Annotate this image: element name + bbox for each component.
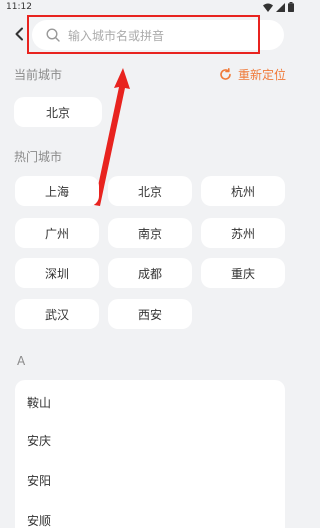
current-city-chip[interactable]: 北京 xyxy=(14,97,102,127)
status-icons xyxy=(263,2,294,12)
search-highlight-box xyxy=(27,15,260,54)
relocate-label: 重新定位 xyxy=(237,67,286,82)
hot-city-chip[interactable]: 苏州 xyxy=(201,218,285,248)
hot-city-chip[interactable]: 杭州 xyxy=(201,176,285,206)
list-item[interactable]: 鞍山 xyxy=(27,394,51,411)
wifi-icon xyxy=(263,3,273,12)
top-bar: 输入城市名或拼音 xyxy=(0,14,300,54)
back-arrow-icon xyxy=(15,27,23,41)
city-list: 鞍山 安庆 安阳 安顺 xyxy=(15,380,285,528)
hot-city-chip[interactable]: 上海 xyxy=(15,176,99,206)
hot-city-chip[interactable]: 西安 xyxy=(108,299,192,329)
hot-city-chip[interactable]: 重庆 xyxy=(201,258,285,288)
hot-cities-label: 热门城市 xyxy=(14,150,63,164)
list-item[interactable]: 安阳 xyxy=(27,472,51,489)
hot-city-chip[interactable]: 南京 xyxy=(108,218,192,248)
list-item[interactable]: 安顺 xyxy=(27,512,51,528)
current-city-label: 当前城市 xyxy=(14,68,63,82)
relocate-button[interactable]: 重新定位 xyxy=(219,66,286,82)
index-letter-a: A xyxy=(17,354,26,368)
hot-city-chip[interactable]: 广州 xyxy=(15,218,99,248)
hot-city-chip[interactable]: 北京 xyxy=(108,176,192,206)
status-time: 11:12 xyxy=(6,2,32,12)
hot-city-chip[interactable]: 武汉 xyxy=(15,299,99,329)
back-button[interactable] xyxy=(10,24,28,44)
hot-city-chip[interactable]: 深圳 xyxy=(15,258,99,288)
signal-icon xyxy=(276,2,285,12)
list-item[interactable]: 安庆 xyxy=(27,432,51,449)
battery-icon xyxy=(288,2,294,12)
hot-city-chip[interactable]: 成都 xyxy=(108,258,192,288)
refresh-icon xyxy=(220,67,231,80)
status-bar: 11:12 xyxy=(0,0,300,14)
